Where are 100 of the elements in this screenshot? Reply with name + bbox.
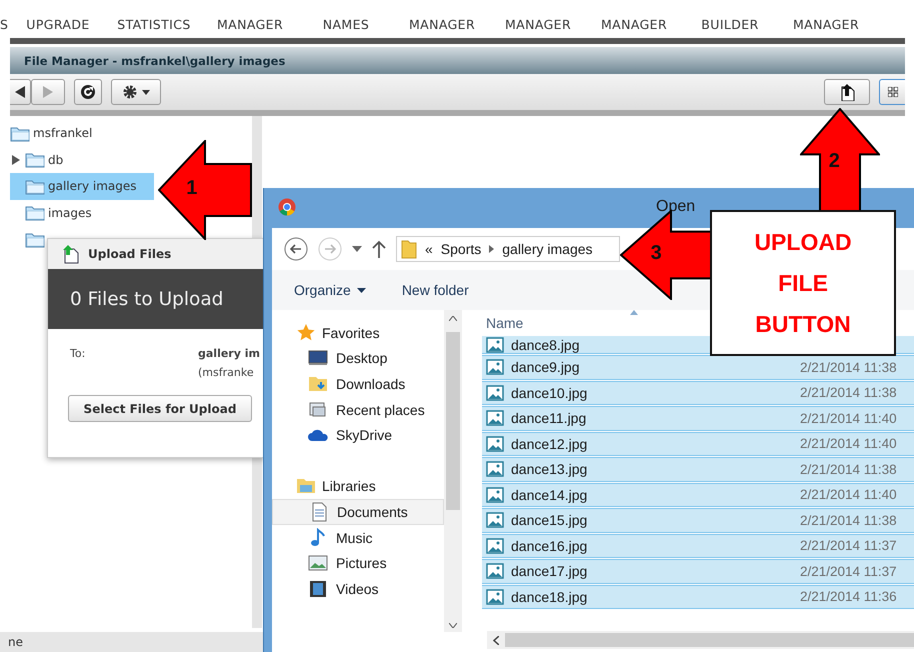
scroll-up-icon[interactable] [449,316,457,321]
nav-menu-item[interactable]: MANAGER [490,17,586,32]
image-file-icon [486,410,504,426]
file-row[interactable]: dance10.jpg 2/21/2014 11:38 [482,380,914,405]
date-modified: 2/21/2014 11:40 [800,410,897,426]
destination-path: (msfranke [198,366,255,379]
file-row[interactable]: dance16.jpg 2/21/2014 11:37 [482,534,914,558]
nav-menu-item[interactable]: NAMES [298,17,394,32]
date-modified: 2/21/2014 11:36 [800,589,897,604]
nav-group-header[interactable]: Favorites [272,320,444,346]
nav-item[interactable]: SkyDrive [272,422,444,448]
nav-menu-item[interactable]: MANAGER [394,17,490,32]
nav-menu-item[interactable]: MANAGER [202,17,298,32]
date-modified: 2/21/2014 11:38 [800,385,897,400]
dialog-title: Upload Files [88,247,172,261]
destination-folder: gallery im [198,347,261,360]
image-file-icon [486,512,504,528]
nav-menu-item[interactable]: UPGRADE [10,17,106,32]
breadcrumb-item[interactable]: gallery images [502,241,593,257]
file-row[interactable]: dance13.jpg 2/21/2014 11:38 [482,457,914,482]
breadcrumb-overflow[interactable]: « [425,241,433,257]
image-file-icon [486,461,504,478]
nav-menu-item[interactable]: BUILDER [682,17,778,32]
file-row[interactable]: dance11.jpg 2/21/2014 11:40 [482,406,914,430]
refresh-button[interactable] [74,79,102,105]
nav-item[interactable]: Downloads [272,371,444,397]
image-file-icon [486,436,504,452]
tree-item[interactable]: db [10,146,68,173]
date-modified: 2/21/2014 11:40 [800,487,897,502]
nav-item[interactable]: Pictures [272,550,444,576]
folder-icon [401,239,417,259]
scroll-down-icon[interactable] [449,623,457,628]
image-file-icon [486,563,504,580]
grid-icon [888,87,898,97]
folder-icon [25,178,45,195]
address-bar[interactable]: « Sports gallery images [396,236,620,262]
star-icon [296,322,316,343]
nav-item[interactable]: Recent places [272,396,444,422]
nav-item[interactable]: Documents [272,499,444,525]
browser-logo-icon [278,198,296,216]
back-button[interactable] [10,79,31,105]
settings-menu-button[interactable] [111,79,161,105]
dialog-title: Open [656,198,696,216]
file-row[interactable]: dance12.jpg 2/21/2014 11:40 [482,432,914,456]
breadcrumb-item[interactable]: Sports [440,241,482,257]
select-files-button[interactable]: Select Files for Upload [68,395,252,422]
file-row[interactable]: dance15.jpg 2/21/2014 11:38 [482,508,914,532]
back-arrow-icon [15,86,25,98]
horizontal-scrollbar[interactable] [487,631,914,649]
callout-text: UPLOAD [754,228,852,256]
command-button[interactable]: New folder [402,282,469,298]
tree-item[interactable]: msfrankel [10,120,96,146]
upload-count: 0 Files to Upload [70,288,224,310]
callout-text: FILE [778,268,828,298]
file-row[interactable]: dance18.jpg 2/21/2014 11:36 [482,584,914,609]
date-modified: 2/21/2014 11:38 [800,360,897,375]
caret-icon [142,90,150,94]
date-modified: 2/21/2014 11:40 [800,436,897,452]
file-row[interactable]: dance9.jpg 2/21/2014 11:38 [482,355,914,380]
back-icon[interactable] [284,237,308,261]
file-row[interactable]: dance14.jpg 2/21/2014 11:40 [482,482,914,507]
expand-arrow-icon[interactable] [12,154,20,165]
folder-icon [25,151,45,168]
callout-text: BUTTON [755,310,851,338]
upload-button[interactable] [824,79,870,105]
forward-arrow-icon [43,86,53,98]
upload-file-icon [839,83,855,101]
image-file-icon [486,486,504,503]
date-modified: 2/21/2014 11:37 [800,538,897,554]
image-file-icon [486,588,504,605]
view-toggle-button[interactable] [879,79,905,105]
nav-menu-item[interactable]: S [0,17,10,32]
image-file-icon [486,359,504,376]
nav-menu-item[interactable]: STATISTICS [106,17,202,32]
settings-icon [122,84,138,100]
step-number: 1 [186,177,198,200]
column-header[interactable]: Name [482,310,697,336]
nav-item[interactable]: Desktop [272,346,444,372]
file-row[interactable]: dance17.jpg 2/21/2014 11:37 [482,559,914,584]
date-modified: 2/21/2014 11:38 [800,462,897,477]
step-number: 2 [828,150,840,174]
scroll-left-icon[interactable] [493,636,499,644]
image-file-icon [486,538,504,554]
tree-item[interactable]: gallery images [10,173,154,200]
refresh-icon [80,84,96,100]
caret-icon [356,288,366,292]
tree-item[interactable]: images [10,200,96,226]
nav-menu-item[interactable]: MANAGER [778,17,874,32]
command-button[interactable]: Organize [294,282,366,298]
date-modified: 2/21/2014 11:37 [800,564,897,579]
film-strip-icon [308,578,328,599]
dropdown-caret-icon[interactable] [352,246,362,252]
nav-item[interactable]: Videos [272,576,444,602]
nav-menu-item[interactable]: MANAGER [586,17,682,32]
up-arrow-icon[interactable] [372,240,386,258]
vertical-scrollbar[interactable] [444,310,462,632]
window-title: File Manager - msfrankel\gallery images [23,54,286,68]
folder-icon [25,230,45,248]
nav-item[interactable]: Music [272,524,444,550]
nav-group-header[interactable]: Libraries [272,474,444,500]
